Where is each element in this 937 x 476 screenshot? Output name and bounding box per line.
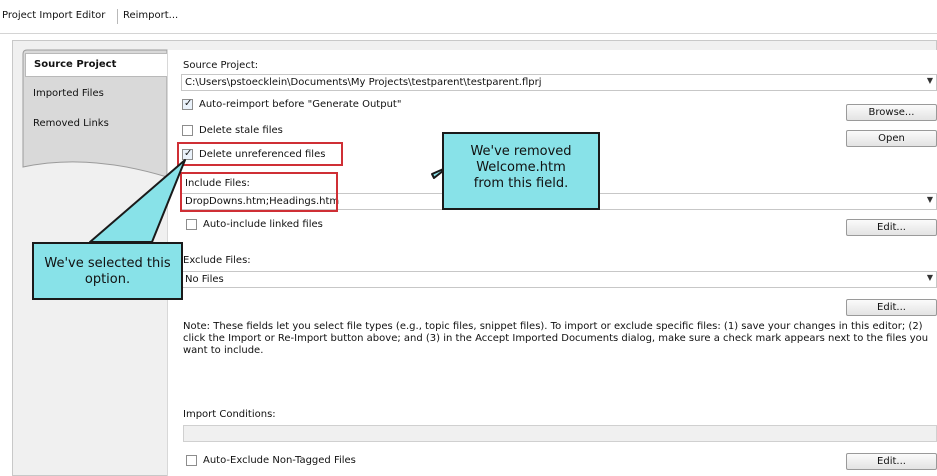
callout-pointers	[89, 159, 449, 243]
callout-selected-option: We've selected this option.	[32, 242, 183, 300]
callout-removed-file: We've removed Welcome.htm from this fiel…	[442, 132, 600, 210]
